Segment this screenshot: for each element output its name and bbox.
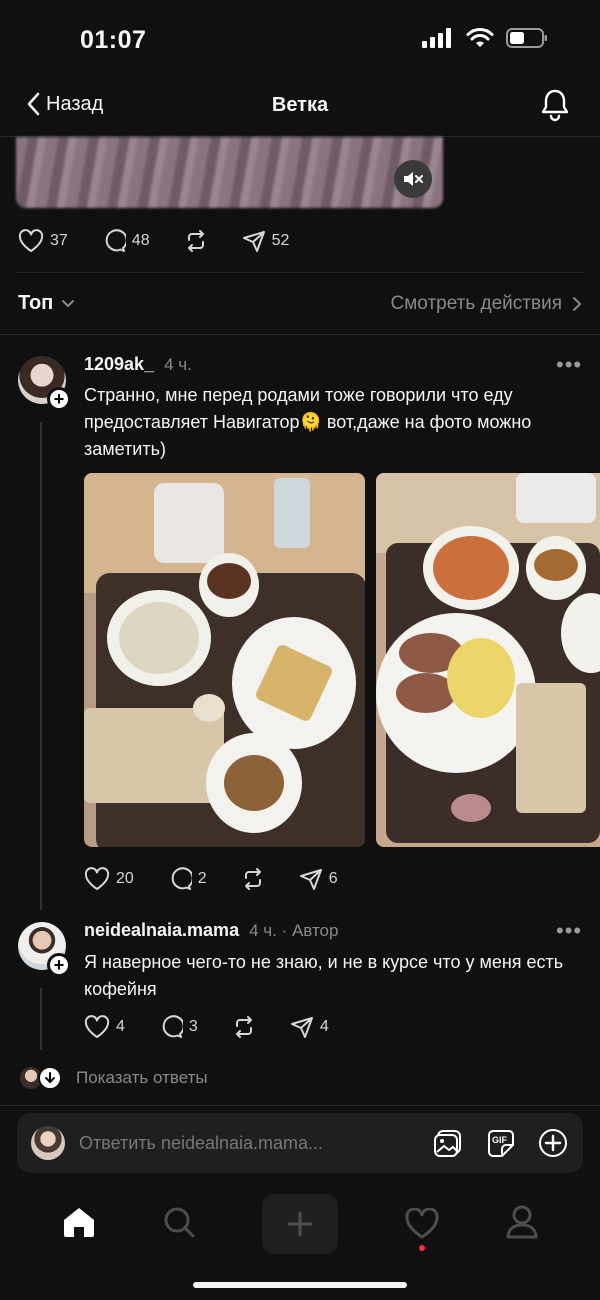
reply-input[interactable]: Ответить neidealnaia.mama...	[79, 1133, 433, 1154]
plus-circle-icon[interactable]	[537, 1127, 569, 1159]
thread-line	[40, 988, 42, 1050]
comment-time: 4 ч. · Автор	[249, 921, 339, 940]
paper-plane-icon	[299, 869, 322, 890]
heart-icon	[84, 1015, 110, 1038]
plus-icon	[287, 1211, 313, 1237]
arrow-down-icon	[38, 1066, 62, 1090]
sort-row: Топ Смотреть действия	[18, 292, 582, 315]
comment-photo[interactable]	[84, 473, 365, 847]
comment-bubble-icon	[171, 867, 192, 890]
sort-dropdown[interactable]: Топ	[18, 292, 75, 315]
follow-plus-button[interactable]: +	[47, 953, 71, 977]
gif-icon[interactable]: GIF	[485, 1128, 515, 1158]
like-count: 20	[116, 870, 134, 887]
username[interactable]: 1209ak_	[84, 354, 154, 375]
follow-plus-button[interactable]: +	[47, 387, 71, 411]
repost-icon	[187, 230, 204, 252]
heart-icon	[84, 867, 110, 890]
tab-search[interactable]	[162, 1205, 196, 1244]
like-button[interactable]: 4	[84, 1015, 125, 1039]
like-button[interactable]: 37	[18, 229, 68, 253]
page-title: Ветка	[271, 94, 329, 116]
comment-photo[interactable]	[376, 473, 600, 847]
speaker-muted-icon	[404, 172, 423, 186]
reply-composer[interactable]: Ответить neidealnaia.mama... GIF	[17, 1113, 583, 1173]
view-activity-link[interactable]: Смотреть действия	[391, 293, 582, 315]
paper-plane-icon	[242, 231, 265, 252]
post-video[interactable]	[16, 137, 443, 208]
heart-icon	[404, 1208, 439, 1239]
repost-icon	[244, 868, 261, 890]
comment-button[interactable]: 48	[102, 229, 150, 253]
comment-count: 3	[188, 1018, 198, 1035]
status-time: 01:07	[80, 26, 147, 54]
comment-bubble-icon	[105, 229, 126, 252]
bell-icon	[541, 89, 569, 122]
notification-dot	[418, 1245, 425, 1251]
image-icon[interactable]	[433, 1128, 463, 1158]
comment-text: Я наверное чего-то не знаю, и не в курсе…	[84, 952, 564, 999]
chevron-right-icon	[573, 296, 582, 311]
mute-button[interactable]	[394, 160, 432, 198]
repost-button[interactable]	[232, 1015, 256, 1039]
food-tray-photo	[84, 473, 365, 847]
repost-button[interactable]	[241, 867, 265, 891]
more-options-button[interactable]: •••	[556, 352, 582, 378]
view-activity-label: Смотреть действия	[390, 292, 562, 314]
comment-count: 48	[131, 232, 150, 249]
repost-button[interactable]	[184, 229, 208, 253]
share-count: 4	[319, 1018, 329, 1035]
comment-actions: 4 3 4	[84, 1015, 329, 1039]
like-count: 37	[50, 232, 68, 249]
username[interactable]: neidealnaia.mama	[84, 920, 239, 941]
share-button[interactable]: 6	[299, 867, 338, 891]
show-replies-label: Показать ответы	[76, 1068, 208, 1087]
sort-label: Топ	[18, 292, 54, 314]
share-button[interactable]: 52	[242, 229, 290, 253]
status-icons	[422, 28, 548, 48]
comment-count: 2	[197, 870, 207, 887]
svg-text:GIF: GIF	[492, 1135, 508, 1145]
tab-profile[interactable]	[505, 1204, 539, 1245]
cellular-signal-icon	[422, 28, 451, 48]
comment-header: 1209ak_ 4 ч.	[84, 354, 192, 375]
share-count: 52	[271, 232, 290, 249]
profile-icon	[506, 1205, 538, 1238]
home-icon	[63, 1207, 94, 1237]
battery-icon	[506, 28, 547, 48]
notifications-button[interactable]	[540, 88, 570, 127]
thread-line	[40, 422, 42, 910]
comment-button[interactable]: 2	[168, 867, 207, 891]
more-options-button[interactable]: •••	[556, 918, 582, 944]
food-plate-photo	[376, 473, 600, 847]
comment-button[interactable]: 3	[159, 1015, 198, 1039]
show-replies-button[interactable]: Показать ответы	[20, 1066, 208, 1090]
share-button[interactable]: 4	[290, 1015, 329, 1039]
repost-icon	[235, 1016, 252, 1038]
comment-time: 4 ч.	[164, 355, 192, 374]
paper-plane-icon	[290, 1017, 313, 1038]
comment-bubble-icon	[162, 1015, 183, 1038]
comment-actions: 20 2 6	[84, 867, 338, 891]
search-icon	[164, 1207, 195, 1237]
comment-header: neidealnaia.mama 4 ч. · Автор	[84, 920, 338, 941]
post-actions: 37 48 52	[18, 229, 289, 253]
bottom-tab-bar	[0, 1192, 600, 1256]
share-count: 6	[328, 870, 338, 887]
chevron-down-icon	[62, 299, 75, 307]
heart-icon	[18, 229, 44, 252]
wifi-icon	[466, 28, 494, 47]
my-avatar	[31, 1126, 65, 1160]
divider	[16, 272, 584, 273]
like-button[interactable]: 20	[84, 867, 134, 891]
divider	[0, 334, 600, 335]
like-count: 4	[116, 1018, 125, 1035]
home-indicator	[193, 1282, 407, 1288]
tab-activity[interactable]	[404, 1208, 440, 1251]
tab-create[interactable]	[261, 1194, 338, 1254]
tab-home[interactable]	[61, 1205, 97, 1244]
comment-text: Странно, мне перед родами тоже говорили …	[84, 385, 532, 459]
divider	[0, 1105, 600, 1106]
